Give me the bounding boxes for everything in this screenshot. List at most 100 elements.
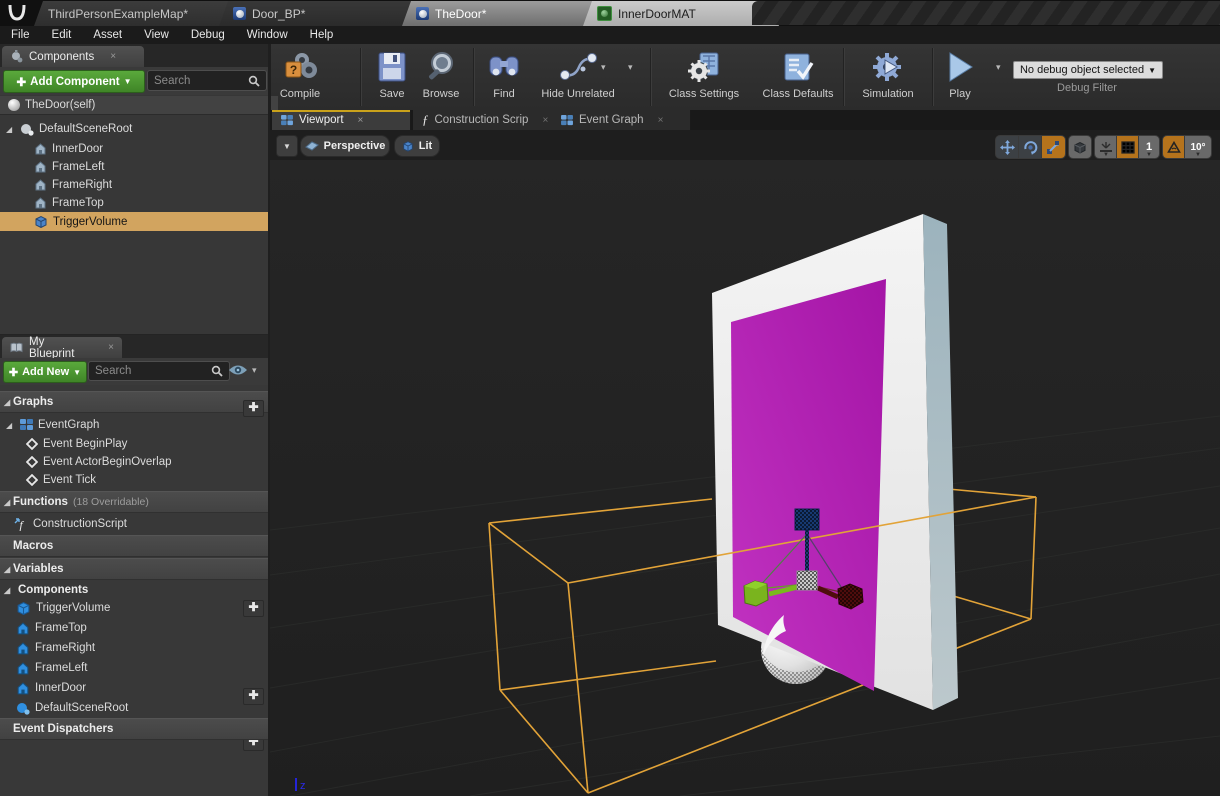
event-tick-row[interactable]: Event Tick: [0, 471, 296, 489]
rotation-snap-size-button[interactable]: 10° ▼: [1184, 135, 1212, 159]
window-tab-thedoor[interactable]: TheDoor* ×: [402, 1, 610, 26]
event-graph-row[interactable]: ◢ EventGraph: [0, 416, 276, 434]
hide-unrelated-button[interactable]: Hide Unrelated: [532, 48, 624, 100]
variable-frameright-row[interactable]: FrameRight: [0, 639, 286, 657]
viewport-3d[interactable]: z: [270, 130, 1220, 796]
graphs-section-header[interactable]: ◢ Graphs ✚: [0, 391, 270, 413]
viewport-options-dropdown[interactable]: ▼: [276, 135, 298, 157]
variables-components-subheader[interactable]: ◢ Components: [0, 581, 274, 599]
event-diamond-icon: [26, 456, 38, 468]
close-icon[interactable]: ×: [110, 51, 116, 62]
unreal-logo-icon: [6, 2, 28, 24]
construction-script-row[interactable]: f ConstructionScript: [0, 515, 284, 533]
debug-filter-label: Debug Filter: [1013, 82, 1161, 94]
grid-snap-button[interactable]: [1116, 135, 1140, 159]
lit-mode-button[interactable]: Lit: [394, 135, 440, 157]
menu-file[interactable]: File: [0, 29, 41, 41]
macros-section-header[interactable]: Macros ✚: [0, 535, 270, 557]
variable-innerdoor-row[interactable]: InnerDoor: [0, 679, 286, 697]
scene-component-icon: [20, 123, 34, 136]
move-tool-button[interactable]: [995, 135, 1020, 159]
menu-asset[interactable]: Asset: [82, 29, 133, 41]
add-new-button[interactable]: ✚ Add New ▼: [3, 361, 87, 383]
tab-construction-script[interactable]: ƒ Construction Scrip ×: [413, 110, 568, 130]
components-toolbar: ✚ Add Component ▼ Search: [0, 67, 270, 95]
my-blueprint-search-input[interactable]: Search: [88, 361, 230, 381]
event-diamond-icon: [26, 438, 38, 450]
tree-row-frameright[interactable]: FrameRight: [0, 176, 304, 194]
gizmo-x-cube[interactable]: [744, 581, 768, 606]
close-icon[interactable]: ×: [108, 342, 114, 353]
static-mesh-icon: [16, 642, 30, 655]
visibility-eye-icon[interactable]: [228, 363, 248, 377]
variable-triggervolume-row[interactable]: TriggerVolume: [0, 599, 286, 617]
functions-section-header[interactable]: ◢ Functions (18 Overridable) ✚: [0, 491, 270, 513]
debug-filter-dropdown[interactable]: No debug object selected ▼: [1013, 61, 1163, 79]
scale-tool-button[interactable]: [1041, 135, 1066, 159]
add-graph-button[interactable]: ✚: [243, 400, 264, 417]
perspective-button[interactable]: Perspective: [300, 135, 390, 157]
tab-viewport[interactable]: Viewport ×: [272, 110, 411, 130]
surface-snapping-button[interactable]: ▼: [1094, 135, 1118, 159]
class-defaults-button[interactable]: Class Defaults: [758, 48, 838, 100]
hide-unrelated-dropdown[interactable]: ▾: [628, 62, 633, 73]
tree-row-scene-root[interactable]: ◢ DefaultSceneRoot: [0, 120, 276, 138]
variable-frameleft-row[interactable]: FrameLeft: [0, 659, 286, 677]
rotate-tool-button[interactable]: [1018, 135, 1043, 159]
simulation-button[interactable]: Simulation: [853, 48, 923, 100]
menu-edit[interactable]: Edit: [41, 29, 83, 41]
gizmo-z-cube[interactable]: [795, 509, 819, 530]
compile-button[interactable]: ? Compile: [265, 48, 335, 100]
variables-section-header[interactable]: ◢ Variables ✚: [0, 558, 270, 580]
tab-event-graph[interactable]: Event Graph ×: [552, 110, 691, 130]
svg-text:?: ?: [290, 63, 297, 77]
window-tab-map[interactable]: ThirdPersonExampleMap*: [34, 1, 246, 26]
add-component-button[interactable]: ✚ Add Component ▼: [3, 70, 145, 93]
coordinate-system-button[interactable]: [1068, 135, 1092, 159]
variable-frametop-row[interactable]: FrameTop: [0, 619, 286, 637]
my-blueprint-panel-tab[interactable]: My Blueprint ×: [2, 337, 122, 358]
hide-unrelated-icon: [557, 48, 599, 86]
close-icon[interactable]: ×: [542, 115, 548, 126]
function-icon: ƒ: [422, 112, 429, 128]
axis-z-label: z: [300, 780, 306, 792]
variable-scene-root-row[interactable]: DefaultSceneRoot: [0, 699, 286, 717]
tree-row-frameleft[interactable]: FrameLeft: [0, 158, 304, 176]
tree-row-triggervolume[interactable]: TriggerVolume: [0, 212, 304, 231]
my-blueprint-body: ◢ Graphs ✚ ◢ EventGraph Event BeginPlay …: [0, 385, 270, 796]
blueprint-sphere-icon: [233, 7, 246, 20]
main-toolbar: ? Compile ▾ Save: [270, 44, 1220, 111]
window-tab-innerdoormat[interactable]: InnerDoorMAT ×: [583, 1, 779, 26]
expander-icon[interactable]: ◢: [6, 125, 15, 134]
rotation-snap-button[interactable]: [1162, 135, 1186, 159]
gizmo-center-cube[interactable]: [797, 571, 817, 590]
class-settings-button[interactable]: Class Settings: [664, 48, 744, 100]
window-tab-door-bp[interactable]: Door_BP* ×: [219, 1, 429, 26]
play-button[interactable]: Play: [925, 48, 995, 100]
search-icon: [248, 75, 260, 87]
visibility-dropdown[interactable]: ▾: [252, 365, 257, 376]
menu-window[interactable]: Window: [236, 29, 299, 41]
grid-snap-size-button[interactable]: 1 ▼: [1138, 135, 1160, 159]
door-mesh[interactable]: [712, 214, 958, 710]
close-icon[interactable]: ×: [658, 115, 664, 126]
menu-help[interactable]: Help: [299, 29, 345, 41]
components-panel-tab[interactable]: Components ×: [2, 46, 144, 67]
event-actorbeginoverlap-row[interactable]: Event ActorBeginOverlap: [0, 453, 296, 471]
window-tab-label: TheDoor*: [435, 7, 486, 21]
close-icon[interactable]: ×: [358, 115, 364, 126]
plus-icon: ✚: [9, 366, 18, 379]
menu-view[interactable]: View: [133, 29, 180, 41]
components-search-input[interactable]: Search: [147, 70, 267, 91]
event-beginplay-row[interactable]: Event BeginPlay: [0, 435, 296, 453]
play-options-dropdown[interactable]: ▾: [996, 62, 1001, 73]
tree-row-innerdoor[interactable]: InnerDoor: [0, 140, 304, 158]
browse-button[interactable]: Browse: [406, 48, 476, 100]
tree-row-frametop[interactable]: FrameTop: [0, 194, 304, 212]
static-mesh-icon: [34, 161, 47, 173]
book-icon: [10, 342, 23, 353]
event-dispatchers-section-header[interactable]: Event Dispatchers ✚: [0, 718, 270, 740]
find-button[interactable]: Find: [469, 48, 539, 100]
tree-row-self[interactable]: TheDoor(self): [0, 96, 278, 115]
menu-debug[interactable]: Debug: [180, 29, 236, 41]
